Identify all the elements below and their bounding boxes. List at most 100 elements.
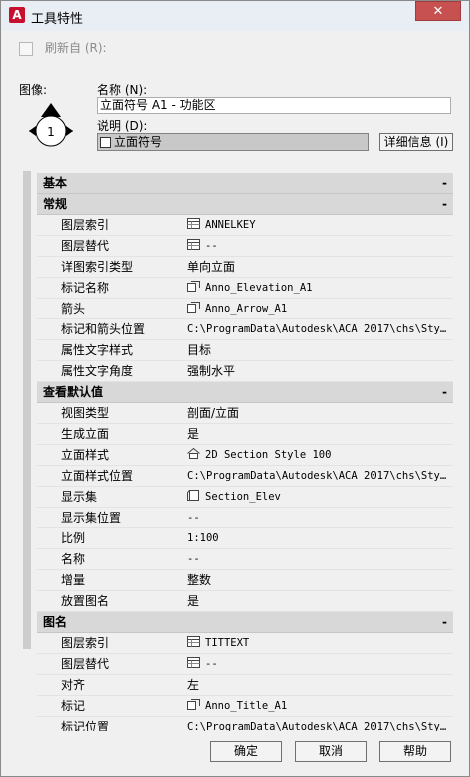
property-value[interactable]: 是 <box>181 591 453 613</box>
property-row[interactable]: 增量 整数 <box>37 570 453 592</box>
property-row[interactable]: 显示集 Section_Elev <box>37 486 453 508</box>
property-row[interactable]: 属性文字样式 目标 <box>37 340 453 362</box>
category-view-defaults[interactable]: 查看默认值 - <box>37 382 453 404</box>
block-icon <box>187 300 200 313</box>
property-row[interactable]: 放置图名是 <box>37 591 453 613</box>
property-value[interactable]: Anno_Title_A1 <box>181 696 453 717</box>
collapse-toggle[interactable]: - <box>442 382 447 402</box>
property-value[interactable]: C:\ProgramData\Autodesk\ACA 2017\chs\Sty… <box>181 717 453 731</box>
property-row[interactable]: 标记 Anno_Title_A1 <box>37 695 453 717</box>
layer-icon <box>187 655 200 668</box>
property-row[interactable]: 图层替代 -- <box>37 235 453 257</box>
property-row[interactable]: 箭头 Anno_Arrow_A1 <box>37 298 453 320</box>
property-value-text: 强制水平 <box>187 364 236 379</box>
property-row[interactable]: 名称 -- <box>37 549 453 571</box>
property-value[interactable]: 1:100 <box>181 528 453 550</box>
property-value[interactable]: Anno_Elevation_A1 <box>181 278 453 299</box>
property-value[interactable]: 2D Section Style 100 <box>181 445 453 466</box>
property-value[interactable]: -- <box>181 549 453 571</box>
property-key: 视图类型 <box>37 403 181 425</box>
property-row[interactable]: 比例 1:100 <box>37 528 453 550</box>
category-label: 基本 <box>43 176 68 190</box>
property-value-text: 目标 <box>187 343 212 358</box>
property-value[interactable]: 剖面/立面 <box>181 403 453 425</box>
property-value-text: 是 <box>187 427 200 442</box>
symbol-number: 1 <box>47 125 55 139</box>
property-row[interactable]: 立面样式位置 C:\ProgramData\Autodesk\ACA 2017\c… <box>37 465 453 487</box>
details-button[interactable]: 详细信息 (I) <box>379 133 453 151</box>
property-key: 箭头 <box>37 299 181 320</box>
description-label: 说明 (D): <box>97 119 148 133</box>
property-value[interactable]: 单向立面 <box>181 257 453 278</box>
property-value[interactable]: TITTEXT <box>181 633 453 654</box>
category-general[interactable]: 常规 - <box>37 194 453 215</box>
property-key: 名称 <box>37 549 181 571</box>
property-key: 增量 <box>37 570 181 592</box>
property-value-text: -- <box>187 553 200 566</box>
description-input[interactable]: 立面符号 <box>97 133 369 151</box>
property-row[interactable]: 生成立面是 <box>37 424 453 445</box>
properties-grid: 基本 - 常规 - 图层索引 ANNELKEY 图层替代 -- 详图索引类型 单向立面 标记名称… <box>37 173 453 731</box>
property-value[interactable]: Section_Elev <box>181 487 453 508</box>
name-label: 名称 (N): <box>97 83 148 97</box>
property-value-text: -- <box>205 239 218 252</box>
collapse-toggle[interactable]: - <box>442 612 447 632</box>
property-key: 图层索引 <box>37 633 181 654</box>
property-row[interactable]: 图层索引 TITTEXT <box>37 633 453 654</box>
ok-button[interactable]: 确定 <box>210 741 282 762</box>
category-basic[interactable]: 基本 - <box>37 173 453 194</box>
category-label: 查看默认值 <box>43 385 104 400</box>
property-key: 立面样式 <box>37 445 181 466</box>
property-key: 属性文字角度 <box>37 361 181 383</box>
property-row[interactable]: 立面样式 2D Section Style 100 <box>37 444 453 466</box>
category-label: 图名 <box>43 615 68 630</box>
property-value-text: 1:100 <box>187 532 219 545</box>
collapse-toggle[interactable]: - <box>442 173 447 193</box>
property-row[interactable]: 标记位置 C:\ProgramData\Autodesk\ACA 2017\chs… <box>37 716 453 731</box>
property-value-text: Anno_Title_A1 <box>205 699 288 712</box>
property-row[interactable]: 图层替代 -- <box>37 653 453 675</box>
refresh-from-checkbox[interactable] <box>19 41 33 56</box>
collapse-toggle[interactable]: - <box>442 194 447 214</box>
help-button[interactable]: 帮助 <box>379 741 451 762</box>
refresh-from-row: 刷新自 (R): <box>19 39 107 56</box>
cancel-button[interactable]: 取消 <box>295 741 367 762</box>
property-value[interactable]: -- <box>181 654 453 675</box>
property-value[interactable]: 强制水平 <box>181 361 453 383</box>
property-value[interactable]: -- <box>181 236 453 257</box>
properties-scrollbar[interactable] <box>23 171 31 649</box>
property-value[interactable]: 整数 <box>181 570 453 592</box>
property-row[interactable]: 详图索引类型 单向立面 <box>37 256 453 278</box>
property-row[interactable]: 标记和箭头位置 C:\ProgramData\Autodesk\ACA 2017\… <box>37 319 453 341</box>
view-defaults-rows: 视图类型 剖面/立面 生成立面是立面样式 2D Section Style 100 立面… <box>37 403 453 613</box>
property-row[interactable]: 属性文字角度 强制水平 <box>37 361 453 383</box>
property-value[interactable]: 左 <box>181 675 453 696</box>
property-row[interactable]: 视图类型 剖面/立面 <box>37 403 453 425</box>
tool-properties-dialog: A 工具特性 ✕ 刷新自 (R): 图像: 1 名称 (N): 立面符号 A1 … <box>0 0 470 777</box>
property-value[interactable]: 目标 <box>181 340 453 362</box>
property-key: 对齐 <box>37 675 181 696</box>
property-value-text: 单向立面 <box>187 259 236 274</box>
property-value[interactable]: C:\ProgramData\Autodesk\ACA 2017\chs\Sty… <box>181 466 453 487</box>
close-button[interactable]: ✕ <box>415 1 461 21</box>
category-view-title[interactable]: 图名 - <box>37 612 453 634</box>
property-row[interactable]: 标记名称 Anno_Elevation_A1 <box>37 277 453 299</box>
refresh-from-label: 刷新自 (R): <box>45 41 107 55</box>
name-input[interactable]: 立面符号 A1 - 功能区 <box>97 97 451 114</box>
property-value[interactable]: C:\ProgramData\Autodesk\ACA 2017\chs\Sty… <box>181 319 453 341</box>
description-item-icon <box>100 137 111 148</box>
property-row[interactable]: 图层索引 ANNELKEY <box>37 215 453 236</box>
property-value[interactable]: Anno_Arrow_A1 <box>181 299 453 320</box>
property-key: 比例 <box>37 528 181 550</box>
property-key: 显示集 <box>37 487 181 508</box>
property-key: 生成立面 <box>37 424 181 445</box>
property-value[interactable]: 是 <box>181 424 453 445</box>
property-value-text: Section_Elev <box>205 490 281 503</box>
property-row[interactable]: 显示集位置 -- <box>37 507 453 529</box>
property-row[interactable]: 对齐左 <box>37 674 453 696</box>
property-value-text: 左 <box>187 677 200 692</box>
property-value[interactable]: -- <box>181 508 453 529</box>
elevation-symbol-preview-icon[interactable]: 1 <box>19 101 83 157</box>
property-key: 属性文字样式 <box>37 340 181 362</box>
property-value[interactable]: ANNELKEY <box>181 215 453 236</box>
